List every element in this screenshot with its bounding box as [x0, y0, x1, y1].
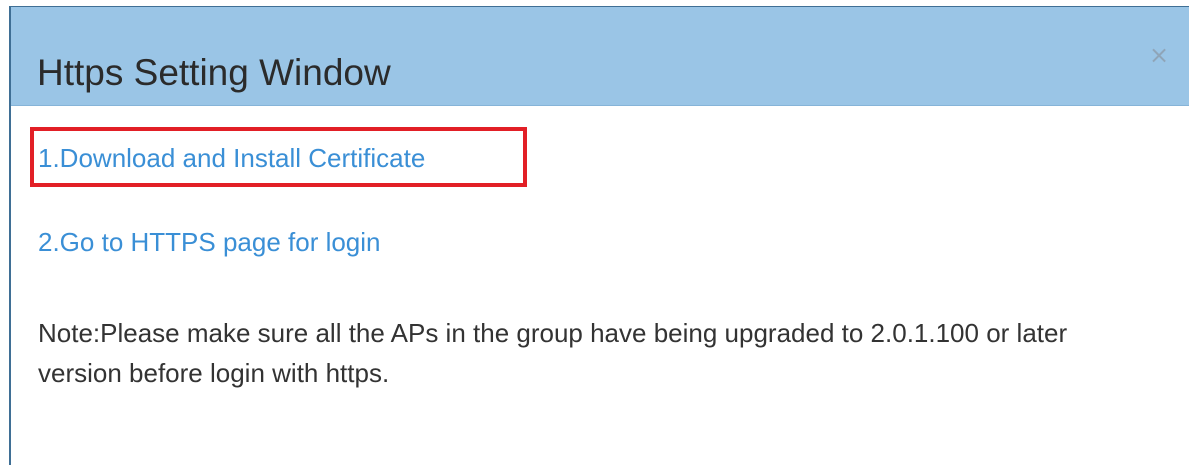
dialog-header: Https Setting Window ×	[11, 7, 1189, 106]
close-icon[interactable]: ×	[1148, 43, 1170, 67]
https-login-link[interactable]: 2.Go to HTTPS page for login	[38, 226, 381, 258]
https-setting-dialog: Https Setting Window × 1.Download and In…	[9, 6, 1189, 465]
download-certificate-link[interactable]: 1.Download and Install Certificate	[38, 142, 425, 174]
dialog-title: Https Setting Window	[37, 52, 391, 93]
upgrade-note: Note:Please make sure all the APs in the…	[38, 318, 1068, 388]
